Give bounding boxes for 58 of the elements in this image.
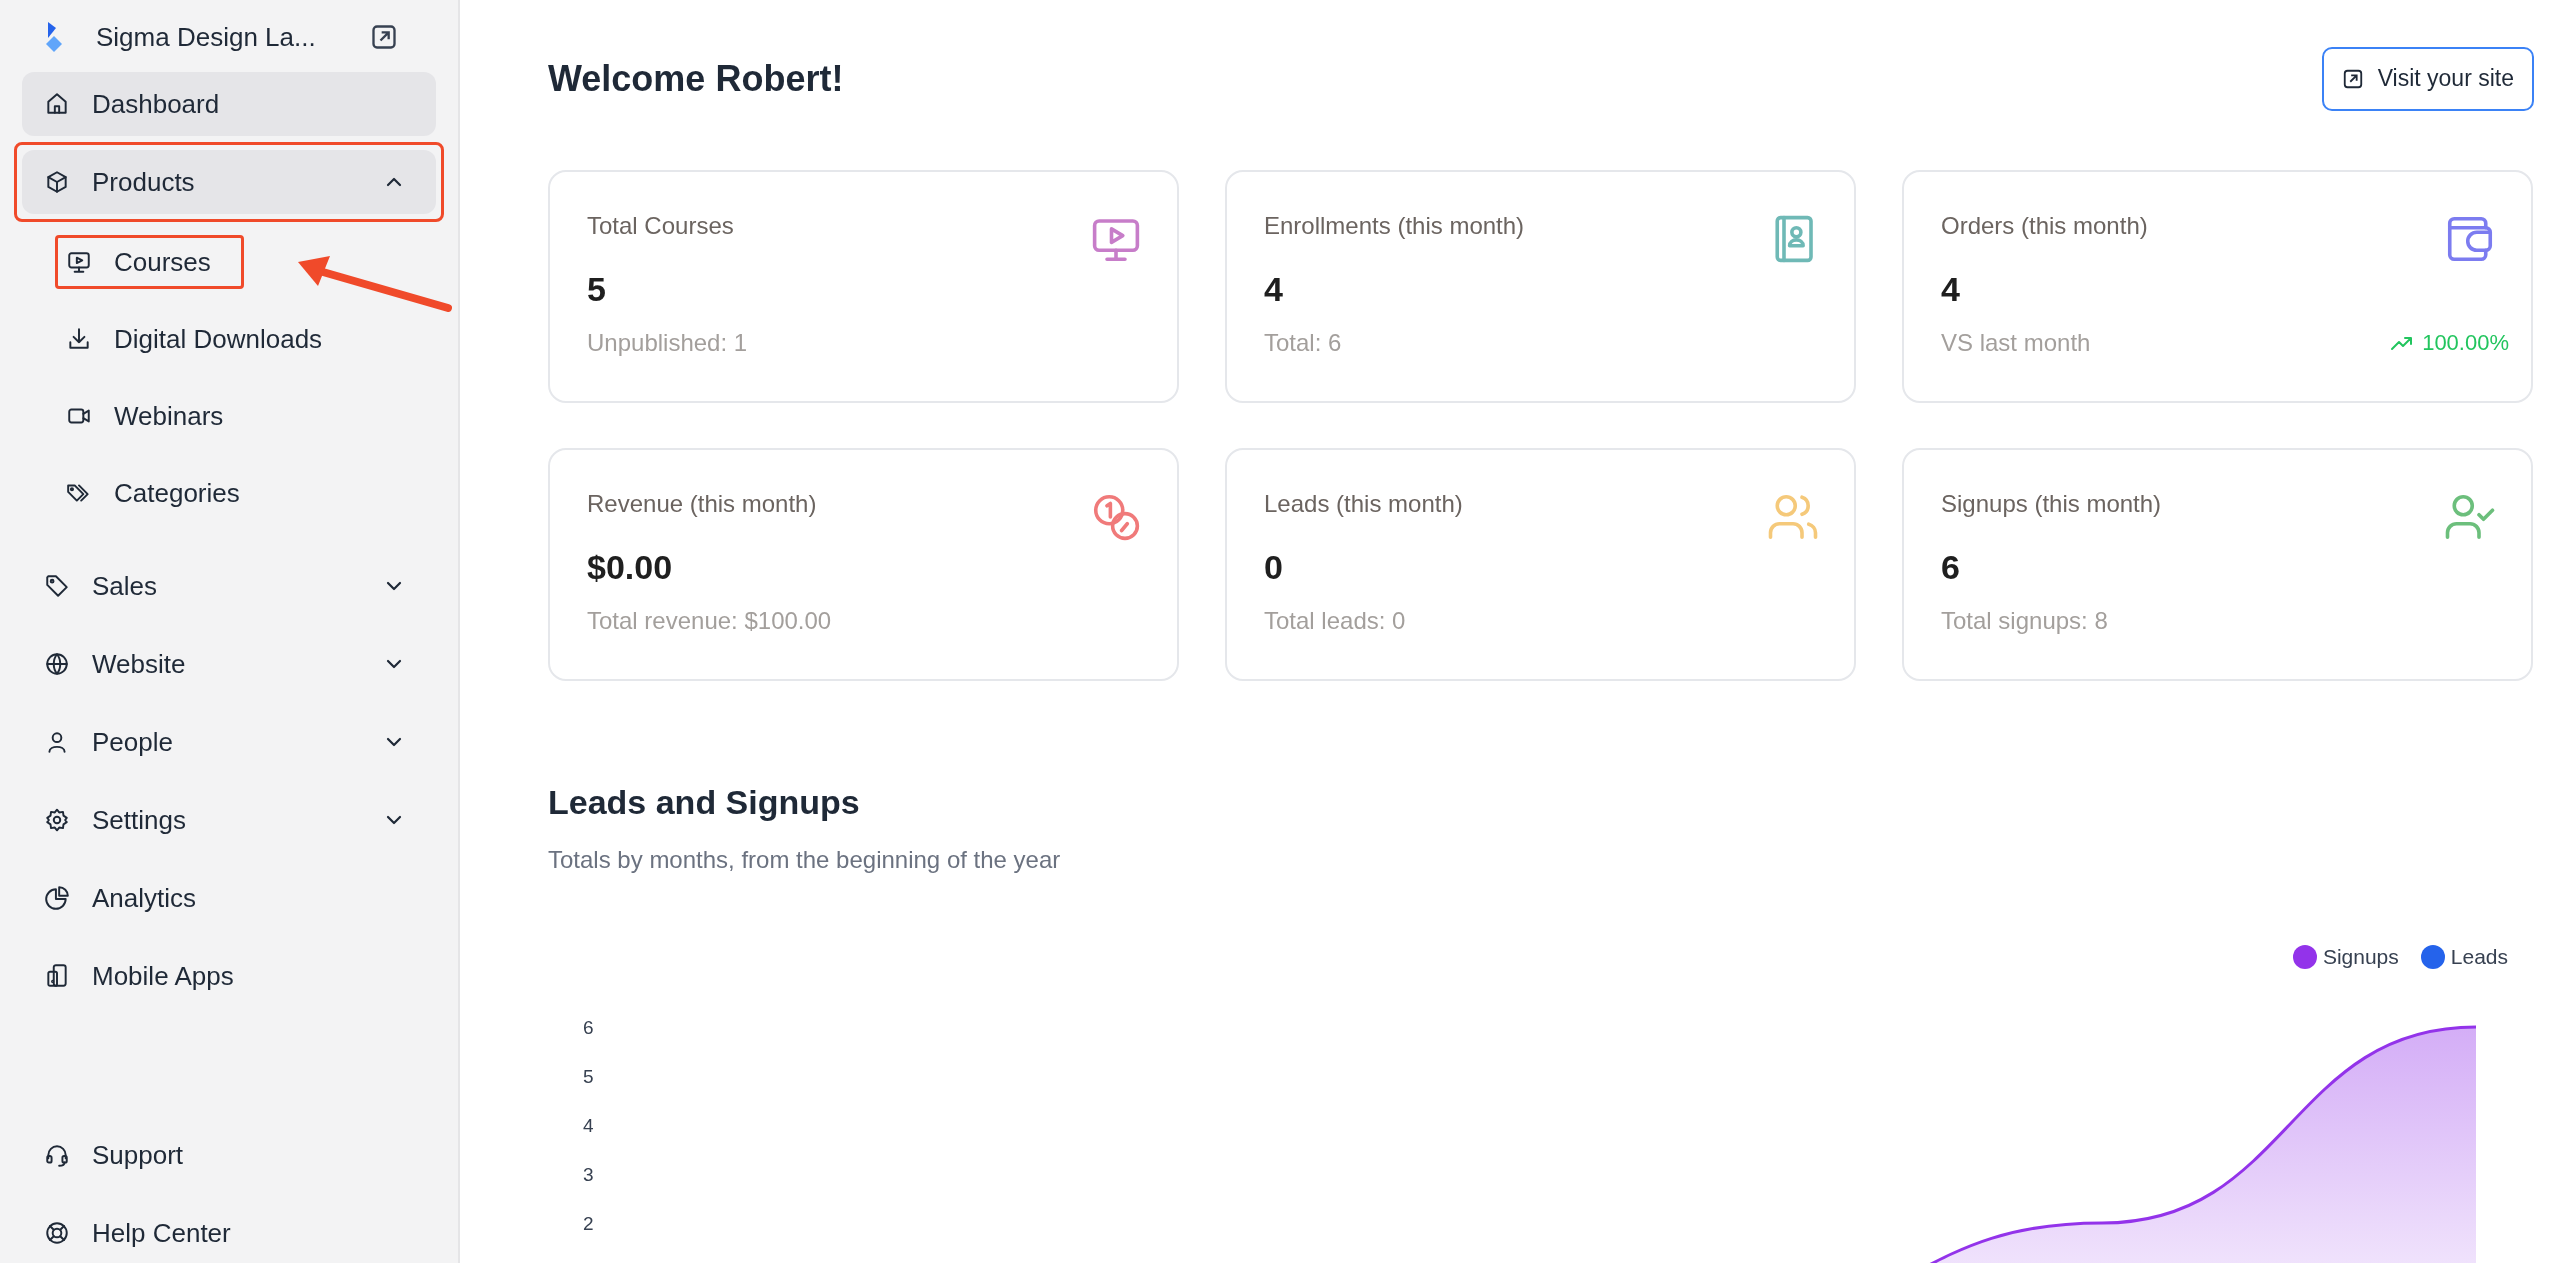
stat-title: Enrollments (this month) [1264, 212, 1525, 240]
axis-tick-label: 4 [583, 1115, 594, 1136]
stat-note: Total: 6 [1264, 329, 1342, 357]
stat-value: 5 [587, 270, 607, 309]
nav-subitem[interactable]: Courses [66, 238, 211, 286]
stat-value: 4 [1941, 270, 1961, 309]
nav-icon [44, 963, 70, 989]
nav-icon [44, 91, 70, 117]
legend-label: Signups [2322, 945, 2399, 969]
nav-subitem[interactable]: Digital Downloads [66, 315, 323, 363]
nav-item[interactable]: People [22, 710, 436, 774]
stat-note: Total signups: 8 [1941, 607, 2108, 635]
stat-title: Total Courses [587, 212, 734, 240]
nav-item[interactable]: Help Center [22, 1201, 436, 1263]
nav-item[interactable]: Sales [22, 554, 436, 618]
stat-note: VS last month [1941, 329, 2091, 357]
stat-value: 0 [1264, 548, 1284, 587]
axis-tick-label: 3 [583, 1164, 594, 1185]
legend-label: Leads [2450, 945, 2508, 969]
nav-subitem[interactable]: Categories [66, 469, 240, 517]
external-link-icon [2341, 67, 2364, 90]
stat-value: $0.00 [587, 548, 674, 587]
stat-note: Unpublished: 1 [587, 329, 748, 357]
site-name[interactable]: Sigma Design La... [96, 21, 316, 53]
nav-icon [44, 573, 70, 599]
stat-title: Signups (this month) [1941, 490, 2162, 518]
nav-icon [44, 807, 70, 833]
nav-icon [44, 169, 70, 195]
page-title: Welcome Robert! [548, 57, 844, 100]
nav-icon [44, 651, 70, 677]
nav-item[interactable]: Settings [22, 788, 436, 852]
axis-tick-label: 2 [583, 1213, 594, 1234]
stat-title: Orders (this month) [1941, 212, 2148, 240]
stat-value: 6 [1941, 548, 1961, 587]
nav-icon [44, 1220, 70, 1246]
stat-value: 4 [1264, 270, 1284, 309]
stat-note: Total leads: 0 [1264, 607, 1406, 635]
nav-item[interactable]: Website [22, 632, 436, 696]
nav-item[interactable]: Dashboard [22, 72, 436, 136]
nav-item[interactable]: Support [22, 1123, 436, 1187]
nav-item[interactable]: Analytics [22, 866, 436, 930]
nav-icon [44, 1142, 70, 1168]
visit-site-button[interactable]: Visit your site [2321, 46, 2534, 111]
stat-note: Total revenue: $100.00 [587, 607, 832, 635]
nav-subitem[interactable]: Webinars [66, 392, 224, 440]
section-title: Leads and Signups [548, 783, 861, 822]
stat-title: Revenue (this month) [587, 490, 817, 518]
axis-tick-label: 6 [583, 1017, 594, 1038]
axis-tick-label: 5 [583, 1066, 594, 1087]
nav-item[interactable]: Mobile Apps [22, 944, 436, 1008]
section-subtitle: Totals by months, from the beginning of the year [548, 846, 1062, 874]
nav-icon [66, 326, 92, 352]
external-link-icon[interactable] [370, 23, 398, 51]
trend-value: 100.00% [2422, 330, 2509, 356]
stat-title: Leads (this month) [1264, 490, 1463, 518]
nav-icon [44, 885, 70, 911]
nav-icon [66, 249, 92, 275]
nav-item[interactable]: Products [22, 150, 436, 214]
